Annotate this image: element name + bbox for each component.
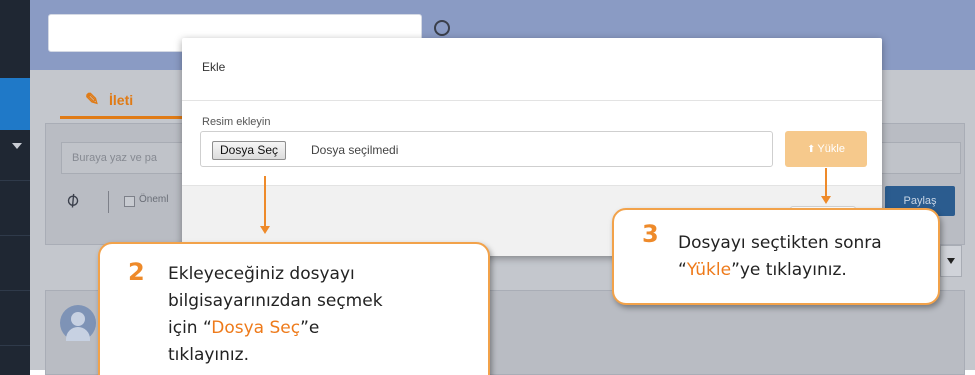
filter-dropdown[interactable] <box>940 245 962 277</box>
post-input-placeholder: Buraya yaz ve pa <box>72 152 157 164</box>
divider <box>108 191 109 213</box>
highlight-dosya-sec: Dosya Seç <box>211 318 301 338</box>
search-icon[interactable] <box>434 20 450 36</box>
avatar-body <box>66 327 90 341</box>
arrow-step3 <box>825 168 827 196</box>
arrow-head-step2 <box>260 226 270 234</box>
quote-close: ”ye tıklayınız. <box>731 260 847 280</box>
choose-file-button[interactable]: Dosya Seç <box>212 141 287 160</box>
sidebar-divider <box>0 345 30 346</box>
step2-line2: bilgisayarınızdan seçmek <box>168 291 383 311</box>
quote-open: “ <box>678 260 687 280</box>
step2-line1: Ekleyeceğiniz dosyayı <box>168 264 355 284</box>
quote-open: için “ <box>168 318 212 338</box>
tab-label: İleti <box>109 92 134 108</box>
arrow-head-step3 <box>821 196 831 204</box>
chevron-down-icon[interactable] <box>12 143 22 149</box>
sidebar-divider <box>0 290 30 291</box>
upload-icon: ⬆ <box>807 144 816 155</box>
important-checkbox[interactable] <box>124 196 135 207</box>
edit-icon: ✎ <box>85 90 100 109</box>
arrow-step2 <box>264 176 266 226</box>
tab-ileti[interactable]: ✎ İleti <box>45 80 185 120</box>
step3-text: Dosyayı seçtikten sonra “Yükle”ye tıklay… <box>678 230 882 284</box>
sidebar-divider <box>0 235 30 236</box>
tab-underline <box>60 116 185 119</box>
sidebar <box>0 0 30 375</box>
avatar-head <box>71 312 85 326</box>
screen: ✎ İleti Buraya yaz ve pa ⌀ Öneml Paylaş … <box>0 0 975 375</box>
callout-step3: 3 Dosyayı seçtikten sonra “Yükle”ye tıkl… <box>612 208 940 305</box>
step2-line3: için “Dosya Seç”e <box>168 315 383 342</box>
important-label: Öneml <box>139 194 169 205</box>
paperclip-icon[interactable]: ⌀ <box>59 186 84 213</box>
user-avatar-icon[interactable] <box>60 305 96 341</box>
quote-close: ”e <box>300 318 320 338</box>
file-status: Dosya seçilmedi <box>311 143 399 157</box>
sidebar-divider <box>0 180 30 181</box>
image-field-label: Resim ekleyin <box>202 116 271 128</box>
modal-title: Ekle <box>202 60 226 74</box>
step3-line2: “Yükle”ye tıklayınız. <box>678 257 882 284</box>
upload-button[interactable]: ⬆ Yükle <box>785 131 867 167</box>
modal-divider <box>182 100 882 101</box>
step3-line1: Dosyayı seçtikten sonra <box>678 233 882 253</box>
post-input-right[interactable] <box>869 142 961 174</box>
chevron-down-icon <box>947 258 955 264</box>
step2-line4: tıklayınız. <box>168 345 249 365</box>
upload-label: Yükle <box>817 143 845 155</box>
step-number: 2 <box>128 258 145 286</box>
sidebar-item-active[interactable] <box>0 78 30 130</box>
callout-step2: 2 Ekleyeceğiniz dosyayı bilgisayarınızda… <box>98 242 490 375</box>
file-input[interactable]: Dosya Seç Dosya seçilmedi <box>200 131 773 167</box>
step-number: 3 <box>642 220 659 248</box>
step2-text: Ekleyeceğiniz dosyayı bilgisayarınızdan … <box>168 261 383 369</box>
highlight-yukle: Yükle <box>686 260 732 280</box>
